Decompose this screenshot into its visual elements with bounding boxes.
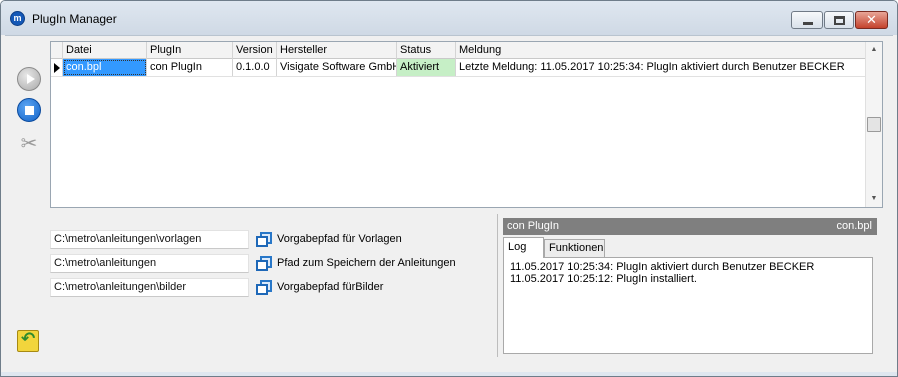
vorlagen-path-input[interactable]: C:\metro\anleitungen\vorlagen <box>50 230 249 249</box>
maximize-button[interactable] <box>824 11 854 29</box>
stop-icon[interactable] <box>17 98 41 122</box>
window-bottom-border <box>1 372 897 376</box>
column-header-version[interactable]: Version <box>233 42 277 59</box>
grid-vertical-scrollbar[interactable]: ▲ ▼ <box>865 42 882 207</box>
column-header-meldung[interactable]: Meldung <box>456 42 866 59</box>
anleitungen-path-input[interactable]: C:\metro\anleitungen <box>50 254 249 273</box>
bilder-path-input[interactable]: C:\metro\anleitungen\bilder <box>50 278 249 297</box>
scroll-down-icon[interactable]: ▼ <box>866 191 882 207</box>
column-header-hersteller[interactable]: Hersteller <box>277 42 397 59</box>
row-selector[interactable] <box>51 59 63 76</box>
log-list[interactable]: 11.05.2017 10:25:34: PlugIn aktiviert du… <box>503 257 873 354</box>
cell-meldung[interactable]: Letzte Meldung: 11.05.2017 10:25:34: Plu… <box>456 59 866 76</box>
maximize-icon <box>834 16 845 25</box>
close-button[interactable]: ✕ <box>855 11 888 29</box>
plugin-grid[interactable]: Datei PlugIn Version Hersteller Status M… <box>50 41 883 208</box>
cell-plugin[interactable]: con PlugIn <box>147 59 233 76</box>
grid-header: Datei PlugIn Version Hersteller Status M… <box>51 42 866 59</box>
table-row[interactable]: con.bpl con PlugIn 0.1.0.0 Visigate Soft… <box>51 59 866 77</box>
folder-browse-icon[interactable] <box>256 256 272 271</box>
scroll-thumb[interactable] <box>867 117 881 132</box>
vorlagen-path-label: Vorgabepfad für Vorlagen <box>277 233 402 245</box>
detail-panel: con PlugIn con.bpl Log Funktionen 11.05.… <box>497 214 885 357</box>
minimize-button[interactable] <box>791 11 823 29</box>
minimize-icon <box>803 22 813 25</box>
scissors-icon[interactable]: ✂ <box>17 132 41 156</box>
tab-log[interactable]: Log <box>503 237 544 258</box>
column-header-datei[interactable]: Datei <box>63 42 147 59</box>
tab-funktionen[interactable]: Funktionen <box>544 239 605 257</box>
cell-hersteller[interactable]: Visigate Software GmbH <box>277 59 397 76</box>
scroll-up-icon[interactable]: ▲ <box>866 42 882 58</box>
client-area: ✂ Datei PlugIn Version Hersteller Status… <box>5 35 893 374</box>
window-title: PlugIn Manager <box>32 12 117 26</box>
row-selector-header <box>51 42 63 59</box>
column-header-status[interactable]: Status <box>397 42 456 59</box>
detail-panel-header: con PlugIn con.bpl <box>503 218 877 235</box>
detail-plugin-file: con.bpl <box>836 220 872 232</box>
exit-icon[interactable] <box>17 329 39 352</box>
plugin-manager-window: m PlugIn Manager ✕ ✂ Datei PlugIn Versio… <box>0 0 898 377</box>
cell-version[interactable]: 0.1.0.0 <box>233 59 277 76</box>
log-line: 11.05.2017 10:25:34: PlugIn aktiviert du… <box>510 261 815 273</box>
detail-plugin-name: con PlugIn <box>507 220 559 232</box>
anleitungen-path-label: Pfad zum Speichern der Anleitungen <box>277 257 456 269</box>
app-icon: m <box>10 11 25 26</box>
log-line: 11.05.2017 10:25:12: PlugIn installiert. <box>510 273 697 285</box>
folder-browse-icon[interactable] <box>256 280 272 295</box>
column-header-plugin[interactable]: PlugIn <box>147 42 233 59</box>
folder-browse-icon[interactable] <box>256 232 272 247</box>
play-icon[interactable] <box>17 67 41 91</box>
current-row-indicator-icon <box>54 63 60 73</box>
bilder-path-label: Vorgabepfad fürBilder <box>277 281 384 293</box>
cell-status[interactable]: Aktiviert <box>397 59 456 76</box>
cell-datei[interactable]: con.bpl <box>63 59 147 76</box>
close-icon: ✕ <box>866 12 877 27</box>
title-bar[interactable]: m PlugIn Manager ✕ <box>1 1 897 35</box>
